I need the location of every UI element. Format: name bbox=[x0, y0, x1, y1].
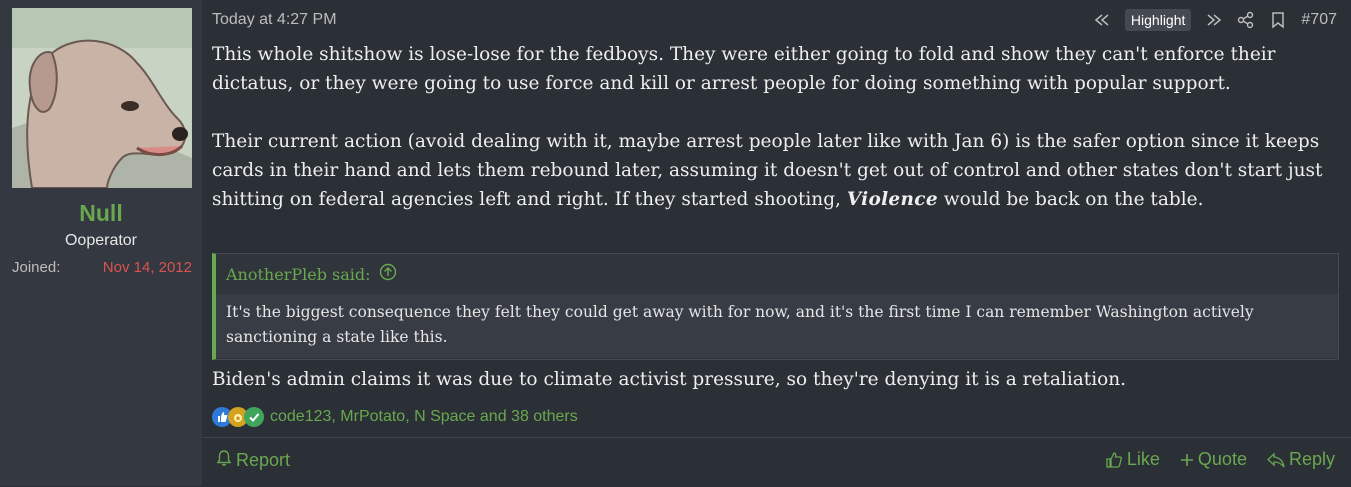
reactions-list[interactable]: code123, MrPotato, N Space and 38 others bbox=[270, 408, 578, 426]
post-body: This whole shitshow is lose-lose for the… bbox=[212, 40, 1332, 243]
styled-word: Violence bbox=[846, 189, 938, 210]
up-arrow-circle-icon[interactable] bbox=[379, 263, 397, 285]
like-button[interactable]: Like bbox=[1105, 449, 1160, 470]
user-avatar[interactable] bbox=[12, 8, 192, 188]
quote-text: It's the biggest consequence they felt t… bbox=[216, 294, 1338, 358]
reply-label: Reply bbox=[1288, 449, 1335, 469]
rewind-icon[interactable] bbox=[1093, 11, 1111, 29]
post-paragraph-2: Their current action (avoid dealing with… bbox=[212, 127, 1332, 214]
paragraph-2-end: would be back on the table. bbox=[937, 189, 1204, 210]
plus-icon bbox=[1180, 453, 1194, 467]
user-title: Ooperator bbox=[64, 232, 138, 249]
quote-label: Quote bbox=[1197, 449, 1247, 469]
bookmark-icon[interactable] bbox=[1269, 11, 1287, 29]
share-icon[interactable] bbox=[1237, 11, 1255, 29]
report-label: Report bbox=[236, 450, 291, 470]
bell-icon bbox=[216, 449, 232, 472]
quote-block: AnotherPleb said: It's the biggest conse… bbox=[212, 253, 1339, 360]
joined-date: Nov 14, 2012 bbox=[102, 259, 192, 276]
post-number[interactable]: #707 bbox=[1301, 11, 1337, 29]
forward-icon[interactable] bbox=[1205, 11, 1223, 29]
quote-button[interactable]: Quote bbox=[1180, 449, 1247, 470]
like-label: Like bbox=[1126, 449, 1160, 469]
reactions-bar[interactable]: code123, MrPotato, N Space and 38 others bbox=[212, 405, 578, 429]
reply-button[interactable]: Reply bbox=[1267, 449, 1335, 470]
quote-header[interactable]: AnotherPleb said: bbox=[216, 254, 1338, 294]
thumbs-up-icon bbox=[1105, 451, 1123, 469]
quote-author[interactable]: AnotherPleb said: bbox=[226, 265, 371, 284]
username[interactable]: Null bbox=[0, 200, 202, 227]
highlight-button[interactable]: Highlight bbox=[1124, 9, 1192, 31]
check-reaction-icon[interactable] bbox=[244, 407, 264, 427]
post-paragraph-1: This whole shitshow is lose-lose for the… bbox=[212, 44, 1276, 94]
post-footer: Report Like Quote Reply bbox=[202, 437, 1351, 487]
dog-avatar-image bbox=[12, 8, 192, 188]
post-main: Today at 4:27 PM Highlight #707 This who… bbox=[202, 0, 1351, 486]
forum-post: Null Ooperator Joined: Nov 14, 2012 Toda… bbox=[0, 0, 1351, 486]
post-timestamp[interactable]: Today at 4:27 PM bbox=[212, 11, 337, 29]
footer-actions: Like Quote Reply bbox=[1105, 449, 1335, 470]
reply-text: Biden's admin claims it was due to clima… bbox=[212, 369, 1127, 390]
user-sidebar: Null Ooperator Joined: Nov 14, 2012 bbox=[0, 0, 202, 486]
reply-icon bbox=[1267, 452, 1285, 468]
post-actions: Highlight #707 bbox=[1093, 8, 1337, 32]
joined-label: Joined: bbox=[12, 259, 61, 276]
report-button[interactable]: Report bbox=[216, 449, 290, 472]
